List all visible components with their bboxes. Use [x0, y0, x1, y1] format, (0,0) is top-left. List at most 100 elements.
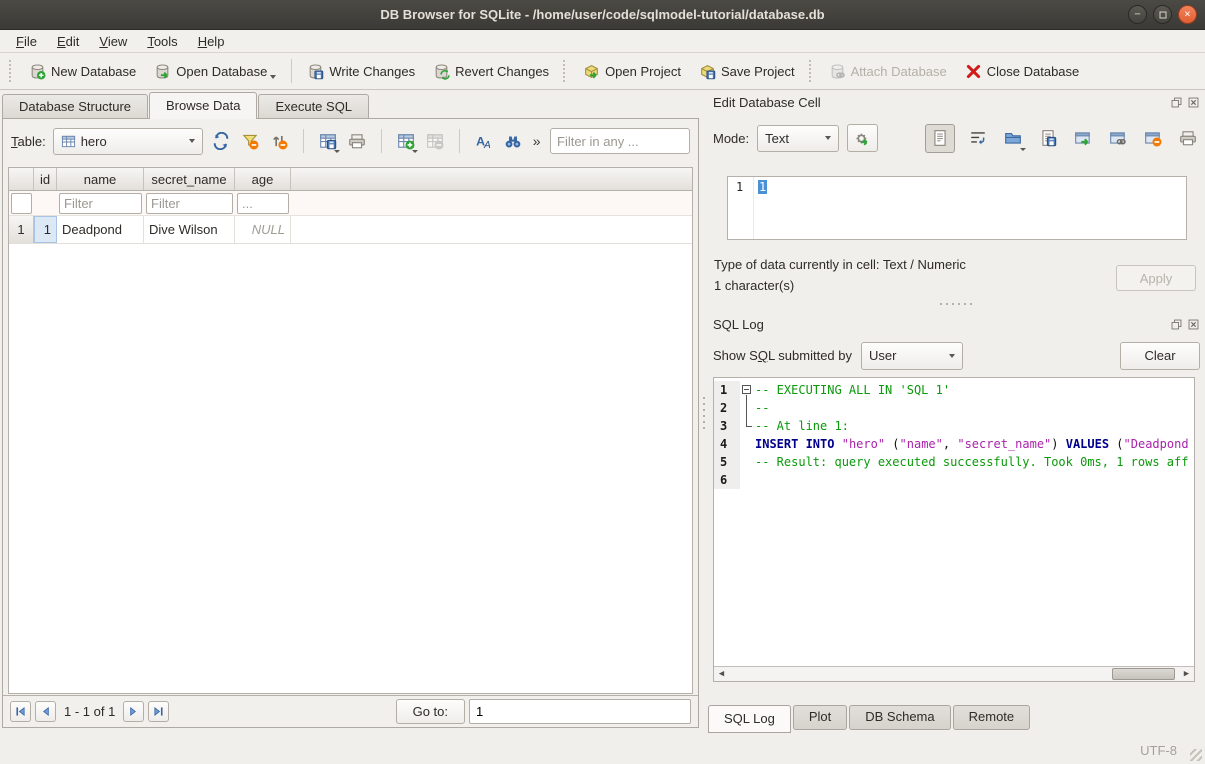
set-null-button[interactable] — [1141, 126, 1165, 150]
minimize-button[interactable]: − — [1128, 5, 1147, 24]
sql-log-editor[interactable]: 1-- EXECUTING ALL IN 'SQL 1'2--3-- At li… — [713, 377, 1195, 682]
filter-input-name[interactable] — [59, 193, 142, 214]
fold-marker-icon[interactable] — [742, 385, 751, 394]
column-header-name[interactable]: name — [57, 168, 144, 190]
import-data-button[interactable] — [1001, 126, 1025, 150]
export-data-button[interactable] — [1036, 126, 1060, 150]
goto-button[interactable]: Go to: — [396, 699, 465, 724]
cell-name[interactable]: Deadpond — [57, 216, 144, 243]
copy-link-button[interactable] — [1106, 126, 1130, 150]
previous-record-icon — [39, 705, 52, 718]
open-project-button[interactable]: Open Project — [574, 58, 690, 85]
text-mode-button[interactable] — [925, 124, 955, 153]
filter-any-input[interactable] — [550, 128, 690, 154]
dock-tab-plot[interactable]: Plot — [793, 705, 847, 730]
close-dock-icon[interactable] — [1187, 318, 1200, 331]
insert-record-button[interactable] — [395, 130, 417, 152]
column-header-filler — [291, 168, 692, 190]
last-record-button[interactable] — [148, 701, 169, 722]
menu-help[interactable]: Help — [188, 32, 235, 51]
column-header-id[interactable]: id — [34, 168, 57, 190]
cell-secret-name[interactable]: Dive Wilson — [144, 216, 235, 243]
table-select[interactable]: hero — [53, 128, 203, 155]
toolbar-drag-handle[interactable] — [809, 60, 815, 82]
export-table-button[interactable] — [317, 130, 339, 152]
cell-value-editor[interactable]: 1 1 — [727, 176, 1187, 240]
word-wrap-button[interactable] — [966, 126, 990, 150]
column-header-secret-name[interactable]: secret_name — [144, 168, 235, 190]
cell-id[interactable]: 1 — [34, 216, 57, 243]
refresh-button[interactable] — [210, 130, 232, 152]
font-settings-button[interactable] — [473, 130, 495, 152]
previous-record-button[interactable] — [35, 701, 56, 722]
mode-select[interactable]: Text — [757, 125, 839, 152]
toolbar-separator — [291, 59, 292, 83]
delete-record-button[interactable] — [424, 130, 446, 152]
menu-tools[interactable]: Tools — [137, 32, 187, 51]
filter-input-secret-name[interactable] — [146, 193, 233, 214]
column-header-age[interactable]: age — [235, 168, 291, 190]
sql-source-select[interactable]: User — [861, 342, 963, 370]
tab-browse-data[interactable]: Browse Data — [149, 92, 257, 119]
row-header[interactable]: 1 — [9, 216, 34, 243]
tab-database-structure[interactable]: Database Structure — [2, 94, 148, 119]
scrollbar-track[interactable] — [729, 667, 1179, 681]
clear-log-button[interactable]: Clear — [1120, 342, 1200, 370]
float-dock-icon[interactable] — [1170, 96, 1183, 109]
maximize-button[interactable] — [1153, 5, 1172, 24]
menu-view[interactable]: View — [89, 32, 137, 51]
toolbar-overflow-chevron[interactable]: » — [533, 133, 541, 149]
menu-file[interactable]: File — [6, 32, 47, 51]
print-table-button[interactable] — [346, 130, 368, 152]
cell-editor-content: 1 — [758, 180, 767, 194]
first-record-button[interactable] — [10, 701, 31, 722]
open-database-dropdown-icon[interactable] — [270, 75, 276, 79]
close-button[interactable]: × — [1178, 5, 1197, 24]
toolbar-drag-handle[interactable] — [9, 60, 15, 82]
filter-input-age[interactable] — [237, 193, 289, 214]
scroll-left-arrow[interactable]: ◀ — [714, 667, 729, 681]
filter-input-id[interactable] — [11, 193, 32, 214]
sql-log-controls: Show SQL submitted by User Clear — [713, 340, 1200, 371]
toolbar-drag-handle[interactable] — [563, 60, 569, 82]
main-toolbar: New Database Open Database Write Changes… — [0, 53, 1205, 90]
goto-input[interactable] — [469, 699, 691, 724]
scrollbar-thumb[interactable] — [1112, 668, 1175, 680]
close-dock-icon[interactable] — [1187, 96, 1200, 109]
next-record-button[interactable] — [123, 701, 144, 722]
dock-tab-sql-log[interactable]: SQL Log — [708, 705, 791, 733]
menu-edit[interactable]: Edit — [47, 32, 89, 51]
new-database-button[interactable]: New Database — [20, 58, 145, 85]
close-database-icon — [965, 63, 982, 80]
panel-splitter[interactable] — [700, 90, 708, 737]
cell-age[interactable]: NULL — [235, 216, 291, 243]
scroll-right-arrow[interactable]: ▶ — [1179, 667, 1194, 681]
tab-execute-sql[interactable]: Execute SQL — [258, 94, 369, 119]
chevron-down-icon — [949, 354, 955, 358]
close-database-button[interactable]: Close Database — [956, 58, 1089, 85]
float-dock-icon[interactable] — [1170, 318, 1183, 331]
dock-tab-remote[interactable]: Remote — [953, 705, 1031, 730]
write-changes-button[interactable]: Write Changes — [298, 58, 424, 85]
attach-database-button[interactable]: Attach Database — [820, 58, 956, 85]
dock-splitter[interactable] — [708, 300, 1205, 307]
grid-corner-header[interactable] — [9, 168, 34, 190]
revert-changes-button[interactable]: Revert Changes — [424, 58, 558, 85]
apply-button[interactable]: Apply — [1116, 265, 1196, 291]
print-cell-button[interactable] — [1176, 126, 1200, 150]
resize-grip-icon[interactable] — [1190, 749, 1202, 761]
save-project-button[interactable]: Save Project — [690, 58, 804, 85]
sql-log-dock-titlebar[interactable]: SQL Log — [713, 314, 1200, 334]
clear-filters-button[interactable] — [239, 130, 261, 152]
edit-cell-dock-titlebar[interactable]: Edit Database Cell — [713, 92, 1200, 112]
title-bar[interactable]: DB Browser for SQLite - /home/user/code/… — [0, 0, 1205, 30]
open-database-button[interactable]: Open Database — [145, 58, 285, 85]
horizontal-scrollbar[interactable]: ◀ ▶ — [714, 666, 1194, 681]
clear-sorting-button[interactable] — [268, 130, 290, 152]
open-in-external-button[interactable] — [1071, 126, 1095, 150]
delete-record-icon — [426, 132, 444, 150]
gear-icon — [854, 130, 871, 147]
dock-tab-db-schema[interactable]: DB Schema — [849, 705, 950, 730]
auto-format-button[interactable] — [847, 124, 878, 152]
find-button[interactable] — [502, 130, 524, 152]
